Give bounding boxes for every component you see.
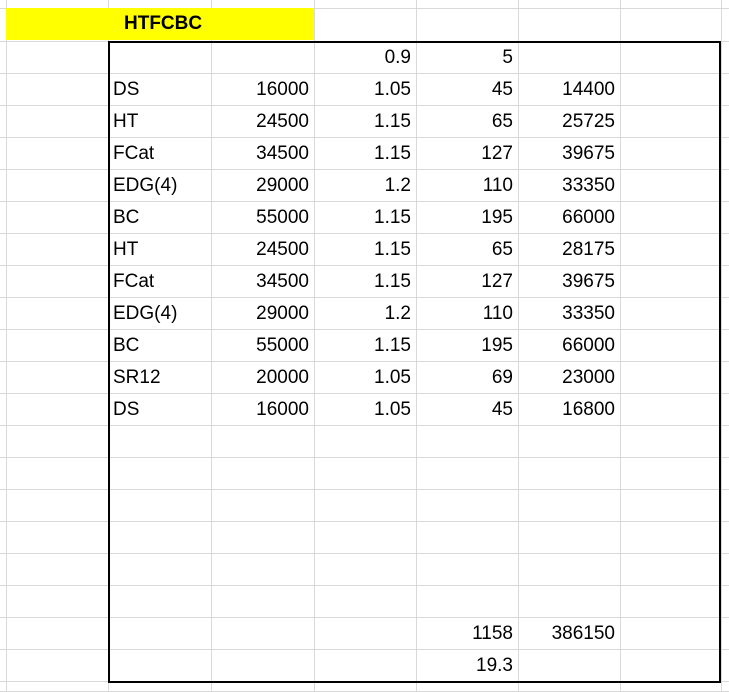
row-label-cell[interactable]: HT <box>108 106 211 138</box>
row-label-cell[interactable]: EDG(4) <box>108 298 211 330</box>
gridline-vertical <box>721 0 722 691</box>
value-cell[interactable]: 1.2 <box>314 170 416 202</box>
average-cell[interactable]: 19.3 <box>416 650 518 682</box>
gridline-horizontal <box>0 457 729 458</box>
value-cell[interactable]: 55000 <box>211 330 314 362</box>
value-cell[interactable]: 16000 <box>211 74 314 106</box>
value-cell[interactable]: 16000 <box>211 394 314 426</box>
value-cell[interactable]: 20000 <box>211 362 314 394</box>
gridline-horizontal <box>0 521 729 522</box>
row-label-cell[interactable]: EDG(4) <box>108 170 211 202</box>
row-label-cell[interactable]: DS <box>108 394 211 426</box>
value-cell[interactable]: 1.05 <box>314 362 416 394</box>
value-cell[interactable]: 45 <box>416 394 518 426</box>
gridline-horizontal <box>0 553 729 554</box>
value-cell[interactable]: 55000 <box>211 202 314 234</box>
value-cell[interactable]: 34500 <box>211 266 314 298</box>
value-cell[interactable]: 66000 <box>518 330 620 362</box>
total-count-cell[interactable]: 1158 <box>416 618 518 650</box>
value-cell[interactable]: 1.2 <box>314 298 416 330</box>
value-cell[interactable]: 65 <box>416 106 518 138</box>
value-cell[interactable]: 127 <box>416 266 518 298</box>
value-cell[interactable]: 1.15 <box>314 330 416 362</box>
total-value-cell[interactable]: 386150 <box>518 618 620 650</box>
value-cell[interactable]: 1.15 <box>314 138 416 170</box>
value-cell[interactable]: 110 <box>416 298 518 330</box>
value-cell[interactable]: 69 <box>416 362 518 394</box>
row-label-cell[interactable]: FCat <box>108 266 211 298</box>
value-cell[interactable]: 66000 <box>518 202 620 234</box>
value-cell[interactable]: 1.15 <box>314 202 416 234</box>
value-cell[interactable]: 1.05 <box>314 394 416 426</box>
value-cell[interactable]: 110 <box>416 170 518 202</box>
value-cell[interactable]: 29000 <box>211 170 314 202</box>
value-cell[interactable]: 23000 <box>518 362 620 394</box>
row-label-cell[interactable]: HT <box>108 234 211 266</box>
value-cell[interactable]: 16800 <box>518 394 620 426</box>
value-cell[interactable]: 34500 <box>211 138 314 170</box>
value-cell[interactable]: 195 <box>416 330 518 362</box>
gridline-vertical <box>620 0 621 691</box>
value-cell[interactable]: 195 <box>416 202 518 234</box>
row-label-cell[interactable]: FCat <box>108 138 211 170</box>
value-cell[interactable]: 29000 <box>211 298 314 330</box>
value-cell[interactable]: 24500 <box>211 106 314 138</box>
value-cell[interactable]: 33350 <box>518 170 620 202</box>
value-cell[interactable]: 1.15 <box>314 106 416 138</box>
value-cell[interactable]: 39675 <box>518 266 620 298</box>
value-cell[interactable]: 39675 <box>518 138 620 170</box>
value-cell[interactable]: 127 <box>416 138 518 170</box>
header-cell[interactable]: 5 <box>416 42 518 74</box>
value-cell[interactable]: 28175 <box>518 234 620 266</box>
value-cell[interactable]: 14400 <box>518 74 620 106</box>
value-cell[interactable]: 1.05 <box>314 74 416 106</box>
gridline-vertical <box>6 0 7 691</box>
gridline-horizontal <box>0 489 729 490</box>
row-label-cell[interactable]: DS <box>108 74 211 106</box>
value-cell[interactable]: 1.15 <box>314 234 416 266</box>
spreadsheet-grid[interactable]: HTFCBC 0.9 5 DS 16000 1.05 45 14400 HT 24500 1.15 6… <box>0 0 729 692</box>
gridline-horizontal <box>0 585 729 586</box>
value-cell[interactable]: 1.15 <box>314 266 416 298</box>
gridline-horizontal <box>0 681 729 682</box>
value-cell[interactable]: 25725 <box>518 106 620 138</box>
sheet-title-cell[interactable]: HTFCBC <box>6 8 314 40</box>
value-cell[interactable]: 24500 <box>211 234 314 266</box>
row-label-cell[interactable]: BC <box>108 330 211 362</box>
header-cell[interactable]: 0.9 <box>314 42 416 74</box>
value-cell[interactable]: 33350 <box>518 298 620 330</box>
row-label-cell[interactable]: BC <box>108 202 211 234</box>
value-cell[interactable]: 45 <box>416 74 518 106</box>
value-cell[interactable]: 65 <box>416 234 518 266</box>
row-label-cell[interactable]: SR12 <box>108 362 211 394</box>
